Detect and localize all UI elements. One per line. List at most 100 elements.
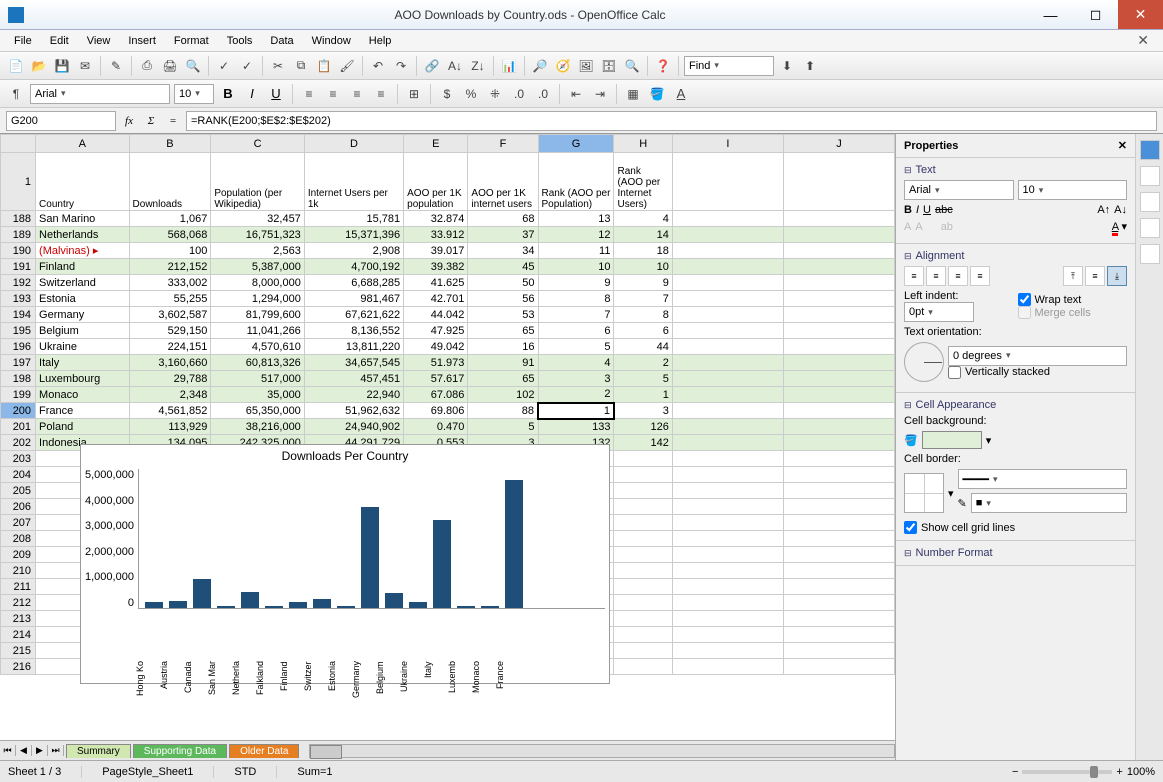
new-icon[interactable]: 📄 [6, 56, 26, 76]
hyperlink-icon[interactable]: 🔗 [422, 56, 442, 76]
print-icon[interactable]: 🖨 [160, 56, 180, 76]
cell[interactable]: AOO per 1K population [404, 153, 468, 211]
cell[interactable] [614, 467, 672, 483]
add-decimal-icon[interactable]: .0 [509, 84, 529, 104]
cell[interactable]: Netherlands [36, 227, 129, 243]
cell[interactable] [783, 579, 894, 595]
cell[interactable] [672, 419, 783, 435]
cell[interactable] [672, 435, 783, 451]
col-header-A[interactable]: A [36, 135, 129, 153]
autospell-icon[interactable]: ✓ [237, 56, 257, 76]
sb-fontcolor-icon[interactable]: A ▾ [1112, 220, 1127, 233]
cell[interactable]: 65 [468, 323, 538, 339]
cell[interactable]: 133 [538, 419, 614, 435]
zoom-slider[interactable] [1022, 770, 1112, 774]
menu-window[interactable]: Window [304, 33, 359, 49]
sb-align-right[interactable]: ≡ [948, 266, 968, 286]
gridlines-checkbox[interactable]: Show cell grid lines [904, 521, 1127, 534]
row-header-201[interactable]: 201 [1, 419, 36, 435]
cell[interactable]: 4,561,852 [129, 403, 211, 419]
navigator-icon[interactable]: 🧭 [553, 56, 573, 76]
pdf-icon[interactable]: ⎙ [137, 56, 157, 76]
cell[interactable] [672, 451, 783, 467]
cell[interactable]: 2,563 [211, 243, 304, 259]
cell[interactable] [783, 467, 894, 483]
menu-view[interactable]: View [79, 33, 119, 49]
cell[interactable]: 1,294,000 [211, 291, 304, 307]
cell[interactable]: 53 [468, 307, 538, 323]
row-header-190[interactable]: 190 [1, 243, 36, 259]
cell[interactable] [672, 403, 783, 419]
col-header-D[interactable]: D [304, 135, 403, 153]
sb-super-button[interactable]: A↑ [1097, 204, 1110, 216]
row-header-203[interactable]: 203 [1, 451, 36, 467]
cell[interactable] [783, 627, 894, 643]
row-header-202[interactable]: 202 [1, 435, 36, 451]
cell[interactable]: Rank (AOO per Population) [538, 153, 614, 211]
cell[interactable]: Rank (AOO per Internet Users) [614, 153, 672, 211]
cell[interactable] [783, 515, 894, 531]
cell[interactable]: 102 [468, 387, 538, 403]
email-icon[interactable]: ✉ [75, 56, 95, 76]
sb-valign-mid[interactable]: ≡ [1085, 266, 1105, 286]
doc-close-icon[interactable]: ✕ [1129, 30, 1157, 51]
vstack-checkbox[interactable]: Vertically stacked [948, 366, 1127, 379]
cell[interactable]: 37 [468, 227, 538, 243]
cell[interactable]: 68 [468, 211, 538, 227]
cell[interactable] [614, 611, 672, 627]
cell[interactable]: 8,136,552 [304, 323, 403, 339]
cell[interactable]: Ukraine [36, 339, 129, 355]
find-icon[interactable]: 🔎 [530, 56, 550, 76]
section-number-format[interactable]: Number Format [904, 547, 1127, 559]
cell[interactable]: Internet Users per 1k [304, 153, 403, 211]
minimize-button[interactable]: — [1028, 0, 1073, 29]
cell[interactable] [672, 371, 783, 387]
cell[interactable]: 3,160,660 [129, 355, 211, 371]
row-header-189[interactable]: 189 [1, 227, 36, 243]
cell[interactable]: 1 [538, 403, 614, 419]
cell[interactable] [672, 595, 783, 611]
status-sum[interactable]: Sum=1 [297, 766, 332, 778]
cell[interactable] [783, 483, 894, 499]
cell-reference-box[interactable]: G200 [6, 111, 116, 131]
properties-icon[interactable] [1140, 140, 1160, 160]
cell[interactable] [672, 627, 783, 643]
cell[interactable] [783, 547, 894, 563]
functions-panel-icon[interactable] [1140, 244, 1160, 264]
menu-file[interactable]: File [6, 33, 40, 49]
cell[interactable]: 100 [129, 243, 211, 259]
cell[interactable]: 34,657,545 [304, 355, 403, 371]
pencil-icon[interactable]: ✎ [958, 497, 967, 510]
cell[interactable]: 49.042 [404, 339, 468, 355]
underline-button[interactable]: U [266, 86, 286, 101]
cell[interactable]: 47.925 [404, 323, 468, 339]
col-header-J[interactable]: J [783, 135, 894, 153]
font-name-select[interactable]: Arial [30, 84, 170, 104]
cell[interactable]: 8,000,000 [211, 275, 304, 291]
find-next-icon[interactable]: ⬇ [777, 56, 797, 76]
align-center-icon[interactable]: ≡ [323, 84, 343, 104]
cell[interactable]: 8 [614, 307, 672, 323]
row-header-194[interactable]: 194 [1, 307, 36, 323]
sb-highlight-icon[interactable]: ab [941, 221, 953, 233]
sidebar-size-select[interactable]: 10 [1018, 180, 1128, 200]
cell[interactable]: France [36, 403, 129, 419]
remove-decimal-icon[interactable]: .0 [533, 84, 553, 104]
borders-icon[interactable]: ▦ [623, 84, 643, 104]
cell[interactable]: San Marino [36, 211, 129, 227]
cell[interactable]: 2,908 [304, 243, 403, 259]
cell[interactable]: 12 [538, 227, 614, 243]
tab-last-icon[interactable]: ⏭ [48, 745, 64, 756]
cell[interactable] [783, 243, 894, 259]
cell[interactable]: 9 [614, 275, 672, 291]
sort-asc-icon[interactable]: A↓ [445, 56, 465, 76]
cell[interactable] [672, 643, 783, 659]
zoom-icon[interactable]: 🔍 [622, 56, 642, 76]
row-header-212[interactable]: 212 [1, 595, 36, 611]
open-icon[interactable]: 📂 [29, 56, 49, 76]
function-wizard-icon[interactable]: fx [120, 115, 138, 127]
currency-icon[interactable]: $ [437, 84, 457, 104]
cell[interactable]: 67.086 [404, 387, 468, 403]
standard-format-icon[interactable]: ⁜ [485, 84, 505, 104]
cell[interactable] [614, 627, 672, 643]
